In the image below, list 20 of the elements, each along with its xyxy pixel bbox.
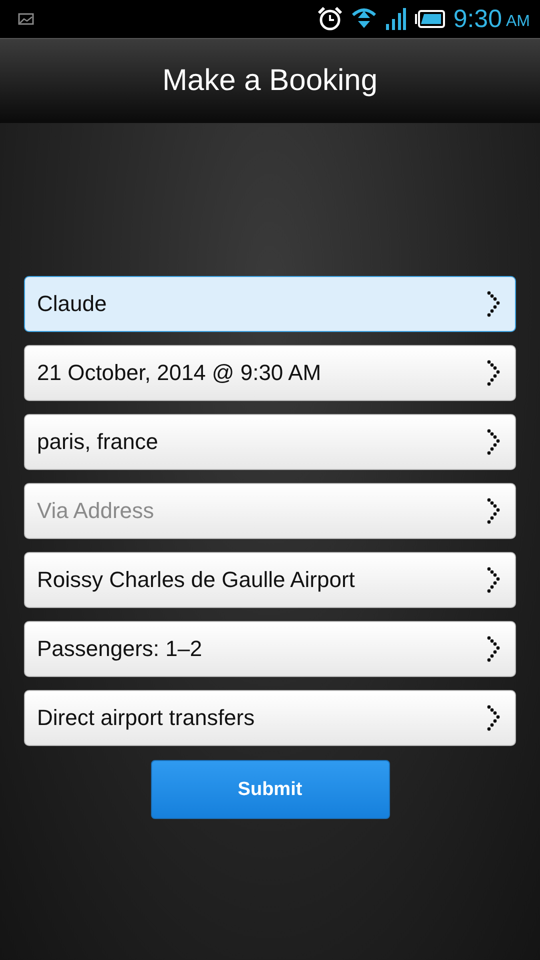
booking-field[interactable]: Roissy Charles de Gaulle Airport xyxy=(24,552,516,608)
image-icon xyxy=(18,13,34,25)
screen-title: Make a Booking xyxy=(162,64,378,98)
booking-field[interactable]: paris, france xyxy=(24,414,516,470)
chevron-icon xyxy=(487,636,501,662)
status-time: 9:30 xyxy=(453,4,502,34)
alarm-icon xyxy=(317,7,344,31)
chevron-icon xyxy=(487,360,501,386)
chevron-icon xyxy=(487,567,501,593)
signal-icon xyxy=(385,7,408,31)
chevron-icon xyxy=(487,705,501,731)
chevron-icon xyxy=(487,429,501,455)
booking-field[interactable]: 21 October, 2014 @ 9:30 AM xyxy=(24,345,516,401)
booking-field[interactable]: Claude xyxy=(24,276,516,332)
battery-icon xyxy=(415,10,446,28)
booking-field[interactable]: Direct airport transfers xyxy=(24,690,516,746)
chevron-icon xyxy=(487,498,501,524)
chevron-icon xyxy=(487,291,501,317)
status-period: AM xyxy=(506,13,530,31)
booking-field[interactable]: Passengers: 1–2 xyxy=(24,621,516,677)
